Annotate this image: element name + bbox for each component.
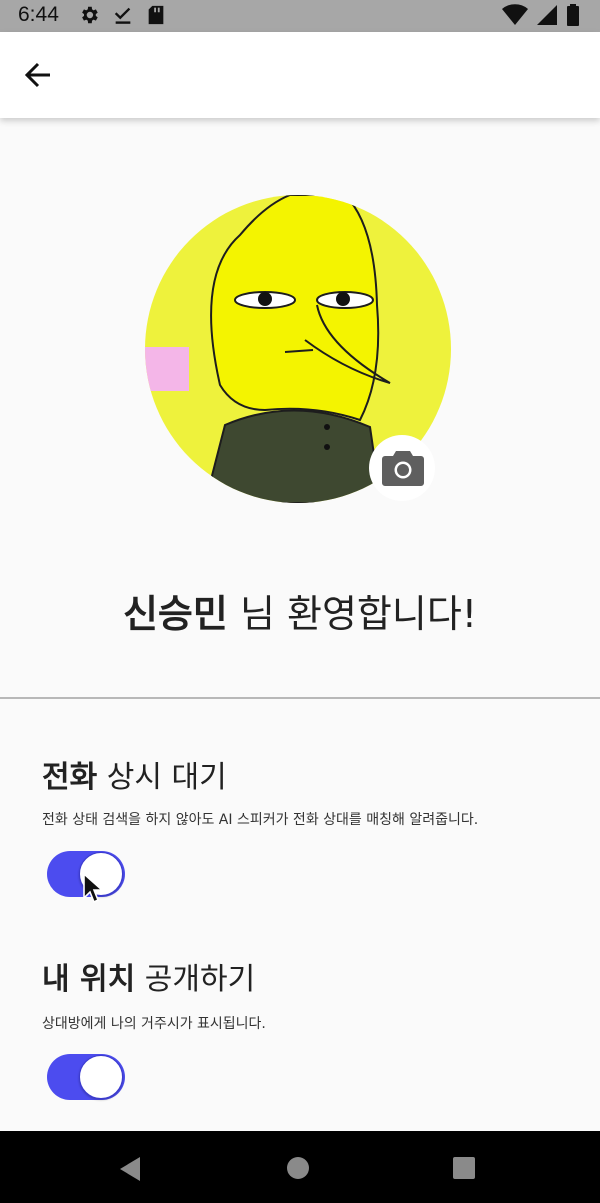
download-check-icon	[114, 7, 131, 24]
arrow-left-icon	[24, 62, 50, 88]
status-icons-left	[78, 4, 166, 26]
status-time: 6:44	[18, 3, 59, 26]
battery-icon	[567, 4, 579, 26]
setting-title-call-standby: 전화 상시 대기	[42, 752, 227, 796]
app-bar	[0, 32, 600, 118]
welcome-suffix: 님 환영합니다!	[227, 592, 478, 636]
system-navigation-bar	[0, 1131, 600, 1203]
recents-square-icon[interactable]	[453, 1157, 475, 1179]
signal-icon	[537, 5, 557, 25]
gear-icon	[82, 6, 98, 24]
status-bar: 6:44	[0, 0, 600, 32]
setting-title-rest: 상시 대기	[97, 760, 227, 795]
setting-title-bold: 전화	[42, 760, 98, 795]
profile-section	[145, 195, 451, 503]
back-button[interactable]	[20, 56, 58, 94]
back-triangle-icon[interactable]	[118, 1156, 142, 1182]
toggle-knob	[79, 1055, 123, 1099]
user-name: 신승민	[122, 592, 228, 636]
divider	[0, 697, 600, 699]
home-circle-icon[interactable]	[286, 1156, 310, 1180]
setting-title-bold: 내 위치	[42, 962, 136, 997]
change-photo-button[interactable]	[369, 435, 435, 501]
setting-description-call-standby: 전화 상태 검색을 하지 않아도 AI 스피커가 전화 상대를 매칭해 알려줍니…	[42, 812, 479, 828]
mouse-pointer-icon	[83, 872, 104, 904]
camera-icon	[382, 451, 424, 486]
share-location-toggle[interactable]	[47, 1054, 125, 1100]
setting-title-share-location: 내 위치 공개하기	[42, 954, 255, 998]
welcome-message: 신승민 님 환영합니다!	[0, 583, 600, 638]
setting-title-rest: 공개하기	[135, 962, 256, 997]
wifi-icon	[502, 4, 528, 26]
status-icons-right	[502, 4, 580, 26]
sd-card-icon	[148, 5, 164, 25]
setting-description-share-location: 상대방에게 나의 거주시가 표시됩니다.	[42, 1016, 266, 1032]
